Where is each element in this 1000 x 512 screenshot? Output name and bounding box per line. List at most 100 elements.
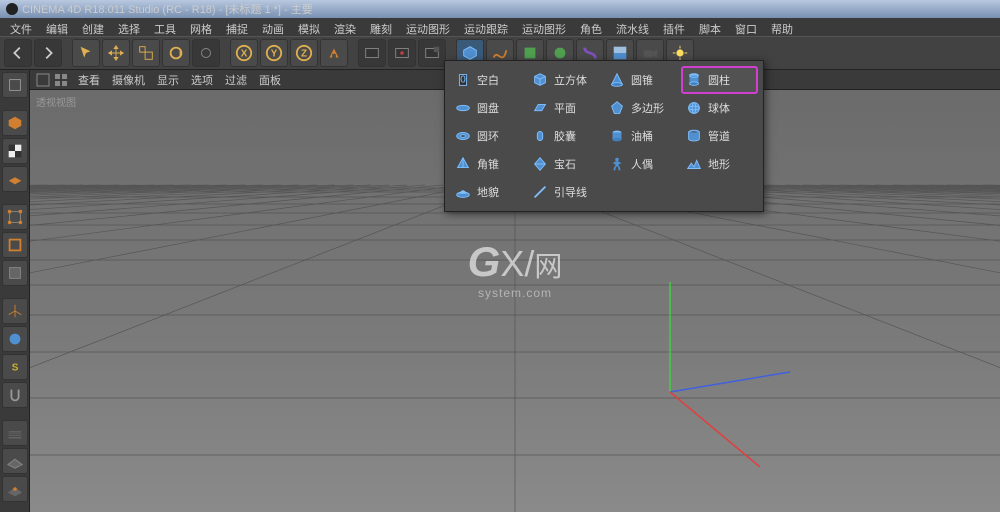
vpmenu-0[interactable]: 查看	[72, 74, 106, 88]
landscape-icon	[684, 154, 704, 174]
plane-icon	[530, 98, 550, 118]
vpmenu-4[interactable]: 过滤	[219, 74, 253, 88]
menu-13[interactable]: 运动图形	[516, 20, 572, 34]
primitive-tube[interactable]: 管道	[682, 123, 757, 149]
pyramid-icon	[453, 154, 473, 174]
snap-button[interactable]: S	[2, 354, 28, 380]
menu-11[interactable]: 运动图形	[400, 20, 456, 34]
titlebar: CINEMA 4D R18.011 Studio (RC - R18) - [未…	[0, 0, 1000, 18]
guide-icon	[530, 182, 550, 202]
texture-mode-button[interactable]	[2, 138, 28, 164]
menu-10[interactable]: 雕刻	[364, 20, 398, 34]
primitive-polygon[interactable]: 多边形	[605, 95, 680, 121]
axis-button[interactable]	[2, 298, 28, 324]
primitive-figure[interactable]: 人偶	[605, 151, 680, 177]
menu-17[interactable]: 脚本	[693, 20, 727, 34]
scale-tool[interactable]	[132, 39, 160, 67]
cylinder-icon	[684, 70, 704, 90]
primitive-label: 空白	[477, 72, 499, 88]
oiltank-icon	[607, 126, 627, 146]
svg-text:S: S	[11, 363, 18, 374]
platonic-icon	[530, 154, 550, 174]
primitive-cone[interactable]: 圆锥	[605, 67, 680, 93]
primitive-plane[interactable]: 平面	[528, 95, 603, 121]
point-mode-button[interactable]	[2, 204, 28, 230]
primitive-cylinder[interactable]: 圆柱	[682, 67, 757, 93]
menu-2[interactable]: 创建	[76, 20, 110, 34]
redo-button[interactable]	[34, 39, 62, 67]
vpmenu-5[interactable]: 面板	[253, 74, 287, 88]
primitive-guide[interactable]: 引导线	[528, 179, 603, 205]
primitive-torus[interactable]: 圆环	[451, 123, 526, 149]
edge-mode-button[interactable]	[2, 232, 28, 258]
svg-text:0: 0	[460, 75, 466, 86]
primitive-label: 人偶	[631, 156, 653, 172]
workplane-mode-button[interactable]	[2, 166, 28, 192]
primitive-oiltank[interactable]: 油桶	[605, 123, 680, 149]
svg-text:Z: Z	[301, 49, 307, 60]
last-tool[interactable]	[192, 39, 220, 67]
workplane1-button[interactable]	[2, 420, 28, 446]
menu-18[interactable]: 窗口	[729, 20, 763, 34]
viewport-solo-button[interactable]	[2, 326, 28, 352]
make-editable-button[interactable]	[2, 72, 28, 98]
vpmenu-3[interactable]: 选项	[185, 74, 219, 88]
app-icon	[6, 3, 18, 15]
primitive-label: 地貌	[477, 184, 499, 200]
y-axis-button[interactable]: Y	[260, 39, 288, 67]
primitive-pyramid[interactable]: 角锥	[451, 151, 526, 177]
primitive-cube[interactable]: 立方体	[528, 67, 603, 93]
primitive-sphere[interactable]: 球体	[682, 95, 757, 121]
vp-icon2[interactable]	[54, 73, 68, 87]
null-icon: 0	[453, 70, 473, 90]
menu-16[interactable]: 插件	[657, 20, 691, 34]
primitive-relief[interactable]: 地貌	[451, 179, 526, 205]
menu-0[interactable]: 文件	[4, 20, 38, 34]
menu-7[interactable]: 动画	[256, 20, 290, 34]
menu-8[interactable]: 模拟	[292, 20, 326, 34]
menu-15[interactable]: 流水线	[610, 20, 655, 34]
menu-4[interactable]: 工具	[148, 20, 182, 34]
vpmenu-1[interactable]: 摄像机	[106, 74, 151, 88]
rotate-tool[interactable]	[162, 39, 190, 67]
render-view-button[interactable]	[358, 39, 386, 67]
menu-12[interactable]: 运动跟踪	[458, 20, 514, 34]
render-region-button[interactable]	[388, 39, 416, 67]
primitive-null[interactable]: 0 空白	[451, 67, 526, 93]
workplane2-button[interactable]	[2, 448, 28, 474]
primitive-platonic[interactable]: 宝石	[528, 151, 603, 177]
vpmenu-2[interactable]: 显示	[151, 74, 185, 88]
main-menu: 文件编辑创建选择工具网格捕捉动画模拟渲染雕刻运动图形运动跟踪运动图形角色流水线插…	[0, 18, 1000, 36]
select-tool[interactable]	[72, 39, 100, 67]
move-tool[interactable]	[102, 39, 130, 67]
primitive-label: 圆柱	[708, 72, 730, 88]
primitive-label: 球体	[708, 100, 730, 116]
menu-6[interactable]: 捕捉	[220, 20, 254, 34]
workplane3-button[interactable]	[2, 476, 28, 502]
primitive-capsule[interactable]: 胶囊	[528, 123, 603, 149]
x-axis-button[interactable]: X	[230, 39, 258, 67]
menu-1[interactable]: 编辑	[40, 20, 74, 34]
soft-select-button[interactable]	[2, 382, 28, 408]
primitive-disc[interactable]: 圆盘	[451, 95, 526, 121]
primitive-label: 多边形	[631, 100, 664, 116]
coord-system-button[interactable]	[320, 39, 348, 67]
primitive-label: 胶囊	[554, 128, 576, 144]
primitive-label: 管道	[708, 128, 730, 144]
render-settings-button[interactable]	[418, 39, 446, 67]
z-axis-button[interactable]: Z	[290, 39, 318, 67]
menu-19[interactable]: 帮助	[765, 20, 799, 34]
primitive-landscape[interactable]: 地形	[682, 151, 757, 177]
primitive-label: 平面	[554, 100, 576, 116]
vp-icon1[interactable]	[36, 73, 50, 87]
polygon-mode-button[interactable]	[2, 260, 28, 286]
primitives-popup: 0 空白 立方体圆锥 圆柱圆盘 平面 多边形 球体圆环 胶囊 油桶 管道角锥 宝石 人偶 地形地貌 引导线	[444, 60, 764, 212]
menu-3[interactable]: 选择	[112, 20, 146, 34]
menu-14[interactable]: 角色	[574, 20, 608, 34]
menu-5[interactable]: 网格	[184, 20, 218, 34]
primitive-label: 宝石	[554, 156, 576, 172]
undo-button[interactable]	[4, 39, 32, 67]
menu-9[interactable]: 渲染	[328, 20, 362, 34]
cone-icon	[607, 70, 627, 90]
model-mode-button[interactable]	[2, 110, 28, 136]
